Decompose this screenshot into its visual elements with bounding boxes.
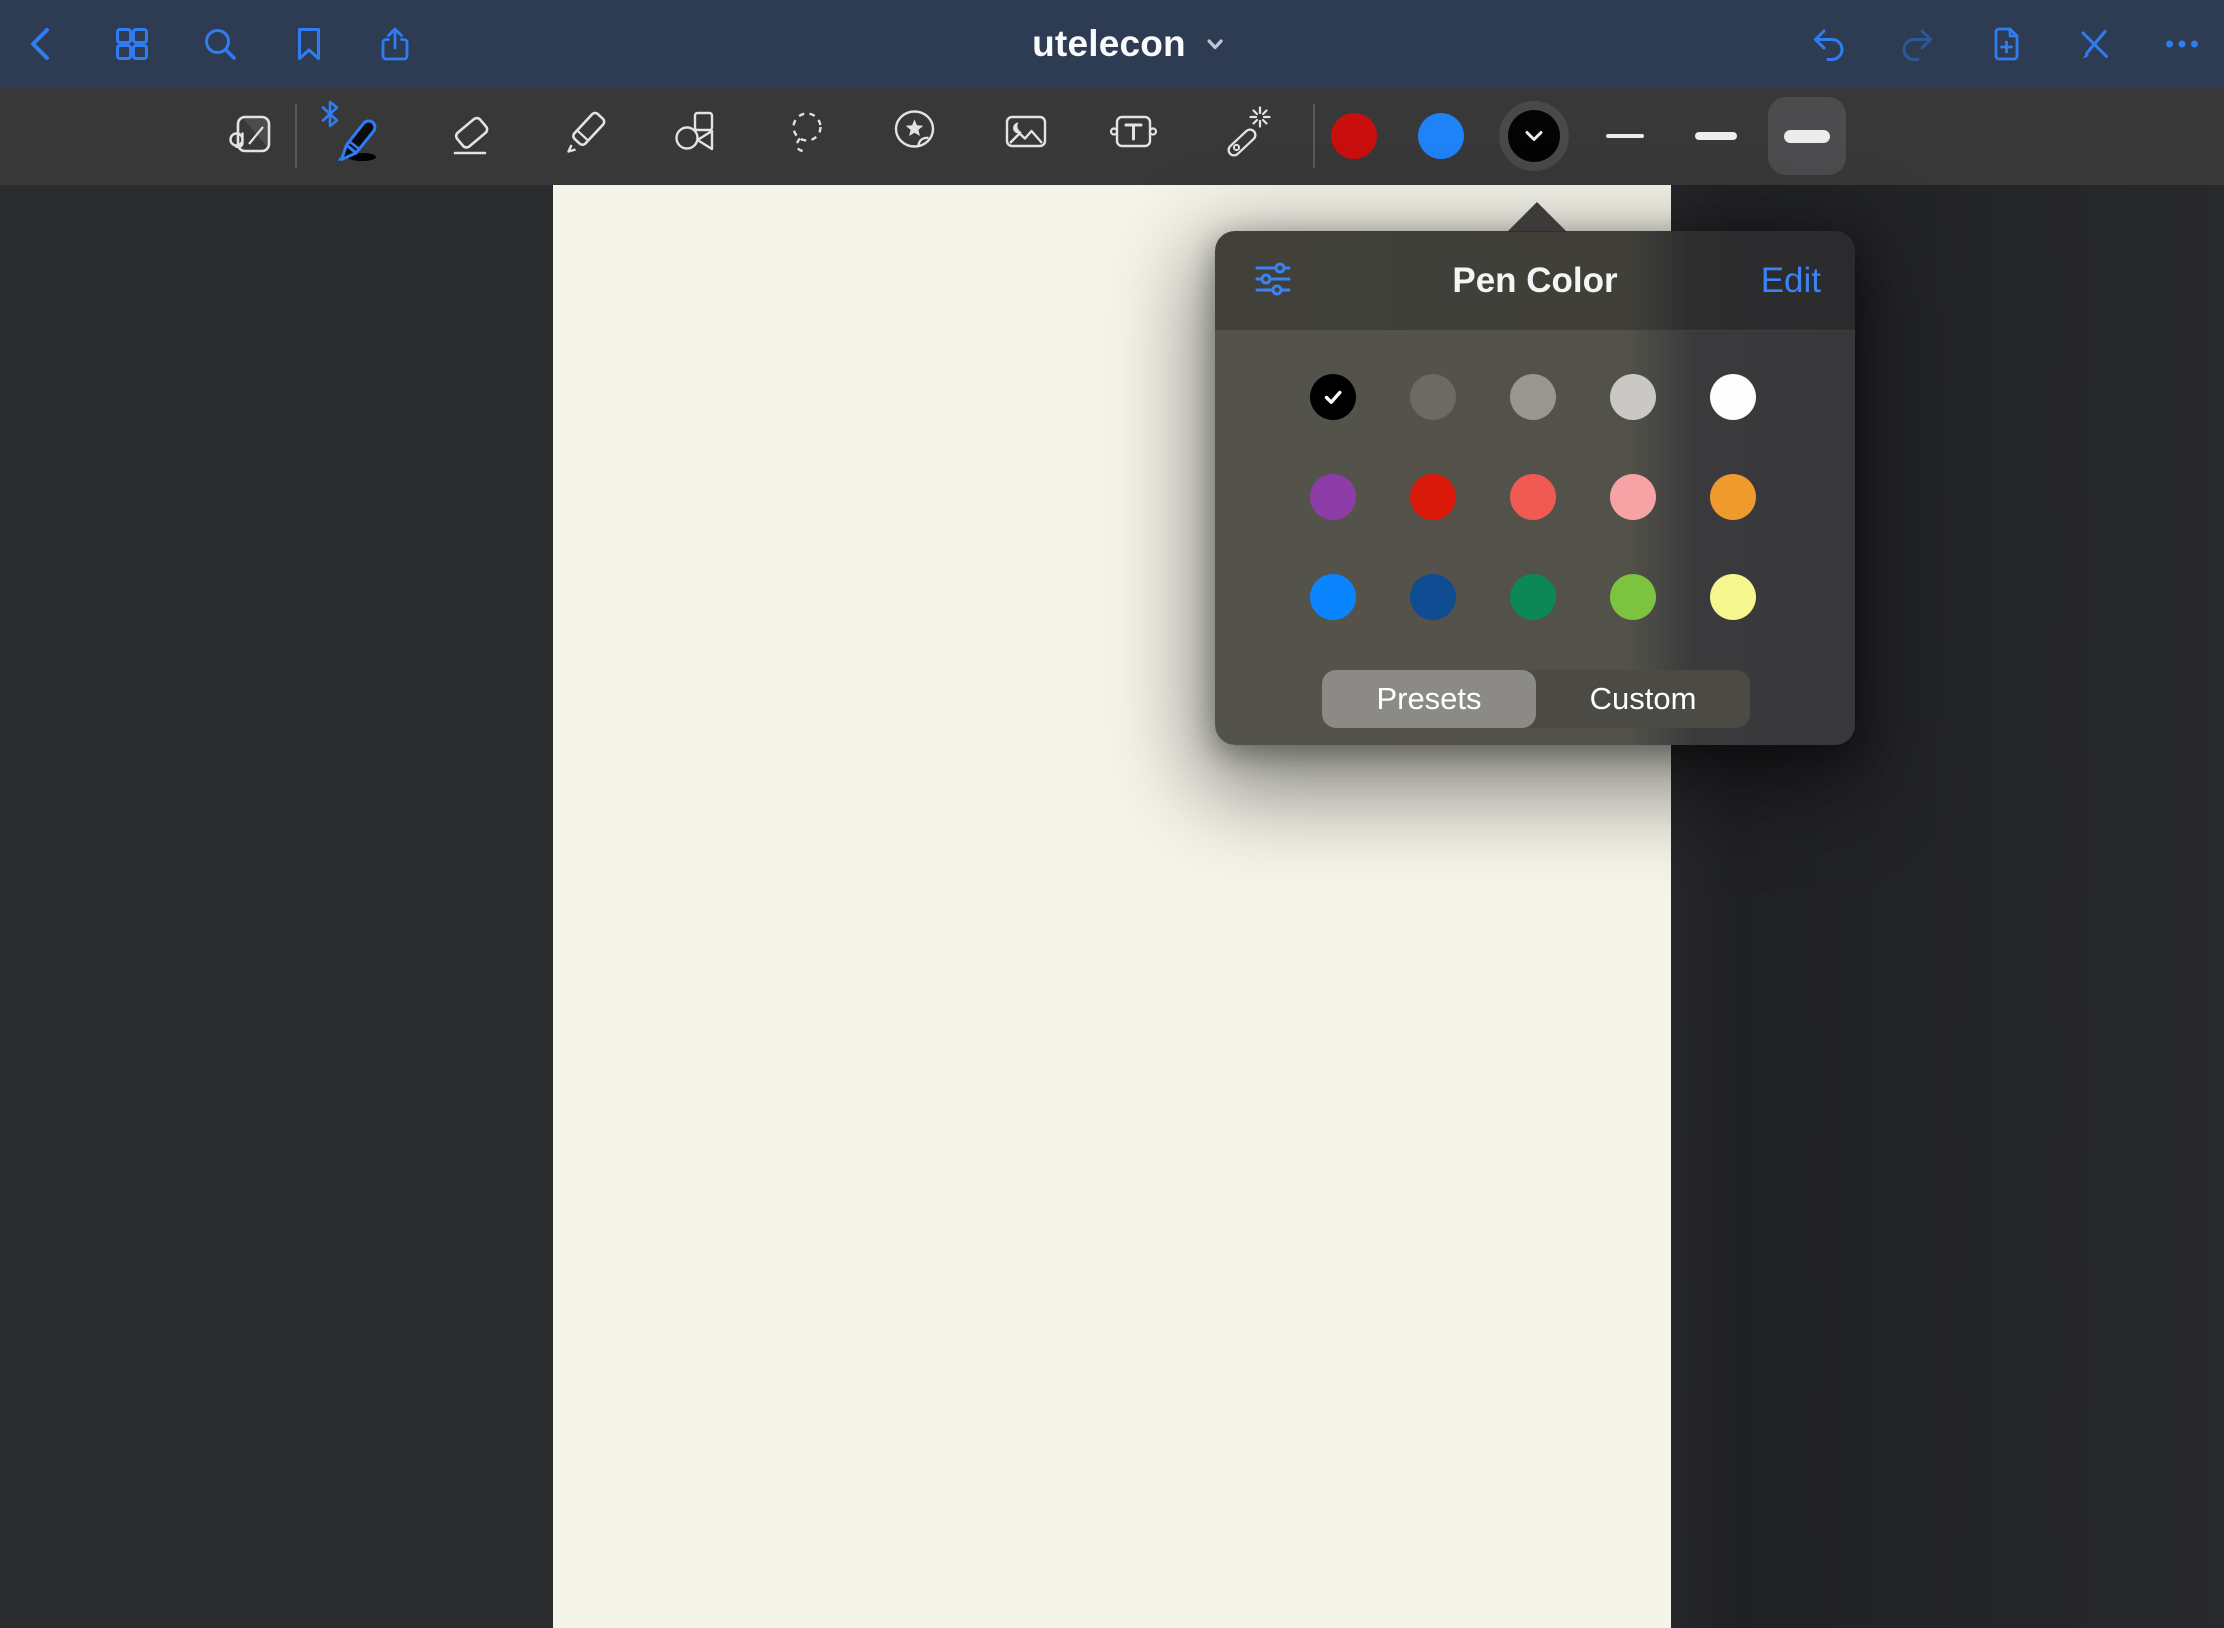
thickness-thin-button[interactable] — [1593, 104, 1657, 168]
bookmark-icon — [287, 22, 331, 66]
thickness-medium-button[interactable] — [1684, 104, 1748, 168]
pen-color-popover: Pen Color Edit — [1215, 231, 1855, 745]
color-swatch-purple[interactable] — [1310, 474, 1356, 520]
back-chevron-icon — [20, 22, 64, 66]
canvas-area — [0, 185, 2224, 1628]
ellipsis-icon — [2160, 22, 2204, 66]
color-swatch-blue[interactable] — [1310, 574, 1356, 620]
stylus-bluetooth-icon — [318, 98, 342, 130]
redo-button[interactable] — [1889, 16, 1945, 72]
stickers-tool-button[interactable] — [885, 104, 945, 168]
image-tool-button[interactable] — [996, 104, 1056, 168]
lasso-icon — [780, 104, 840, 168]
color-swatch-orange[interactable] — [1710, 474, 1756, 520]
app-screen: utelecon — [0, 0, 2224, 1628]
quick-color-red[interactable] — [1331, 113, 1377, 159]
eraser-icon — [441, 104, 501, 168]
toolbar-separator — [295, 104, 297, 168]
color-row-warm — [1310, 474, 1756, 520]
lasso-tool-button[interactable] — [780, 104, 840, 168]
thickness-thick-button-selected[interactable] — [1768, 97, 1846, 175]
share-button[interactable] — [367, 16, 423, 72]
sliders-icon — [1253, 261, 1293, 299]
eraser-tool-button[interactable] — [441, 104, 501, 168]
share-icon — [373, 22, 417, 66]
presets-custom-segmented-control: Presets Custom — [1322, 670, 1750, 728]
color-row-grays — [1310, 374, 1756, 420]
shapes-icon — [666, 104, 726, 168]
shapes-tool-button[interactable] — [666, 104, 726, 168]
read-only-toggle-button[interactable] — [2066, 16, 2122, 72]
document-title-button[interactable]: utelecon — [1032, 0, 1228, 88]
crossed-pen-icon — [2072, 22, 2116, 66]
quick-color-blue[interactable] — [1418, 113, 1464, 159]
toolbar-separator — [1313, 104, 1315, 168]
medium-stroke-preview — [1695, 132, 1737, 140]
color-swatch-light-gray[interactable] — [1610, 374, 1656, 420]
laser-pointer-icon — [1216, 104, 1276, 168]
highlighter-tool-button[interactable] — [554, 104, 614, 168]
search-icon — [198, 22, 242, 66]
search-button[interactable] — [192, 16, 248, 72]
image-icon — [996, 104, 1056, 168]
top-navigation-bar: utelecon — [0, 0, 2224, 88]
tab-custom[interactable]: Custom — [1536, 670, 1750, 728]
color-swatch-black-selected[interactable] — [1310, 374, 1356, 420]
quick-color-black-selected[interactable] — [1499, 101, 1569, 171]
handwriting-panel-icon — [223, 104, 283, 168]
undo-icon — [1807, 22, 1851, 66]
edit-colors-button[interactable]: Edit — [1761, 231, 1821, 330]
more-options-button[interactable] — [2154, 16, 2210, 72]
highlighter-icon — [554, 104, 614, 168]
handwriting-panel-button[interactable] — [223, 104, 283, 168]
color-swatch-dark-gray[interactable] — [1410, 374, 1456, 420]
popover-title: Pen Color — [1452, 231, 1617, 330]
bookmark-button[interactable] — [281, 16, 337, 72]
laser-pointer-tool-button[interactable] — [1216, 104, 1276, 168]
color-swatch-teal[interactable] — [1510, 574, 1556, 620]
color-swatch-pink[interactable] — [1610, 474, 1656, 520]
redo-icon — [1895, 22, 1939, 66]
back-button[interactable] — [14, 16, 70, 72]
page-title: utelecon — [1032, 23, 1186, 65]
color-swatch-navy[interactable] — [1410, 574, 1456, 620]
thumbnails-button[interactable] — [104, 16, 160, 72]
undo-button[interactable] — [1801, 16, 1857, 72]
color-swatch-coral[interactable] — [1510, 474, 1556, 520]
color-swatch-green[interactable] — [1610, 574, 1656, 620]
sticker-star-icon — [885, 104, 945, 168]
text-tool-button[interactable] — [1105, 104, 1165, 168]
chevron-down-icon — [1202, 31, 1228, 57]
chevron-down-icon — [1523, 129, 1545, 144]
add-page-icon — [1984, 22, 2028, 66]
color-row-cool — [1310, 574, 1756, 620]
thin-stroke-preview — [1606, 134, 1644, 138]
color-swatch-yellow[interactable] — [1710, 574, 1756, 620]
tool-bar — [0, 88, 2224, 185]
thumbnails-grid-icon — [110, 22, 154, 66]
color-swatch-gray[interactable] — [1510, 374, 1556, 420]
tab-presets[interactable]: Presets — [1322, 670, 1536, 728]
text-icon — [1105, 104, 1165, 168]
thick-stroke-preview — [1784, 130, 1830, 143]
add-page-button[interactable] — [1978, 16, 2034, 72]
check-icon — [1320, 384, 1346, 410]
pen-settings-button[interactable] — [1253, 261, 1293, 299]
color-swatch-white[interactable] — [1710, 374, 1756, 420]
color-swatch-red[interactable] — [1410, 474, 1456, 520]
popover-header: Pen Color Edit — [1215, 231, 1855, 331]
